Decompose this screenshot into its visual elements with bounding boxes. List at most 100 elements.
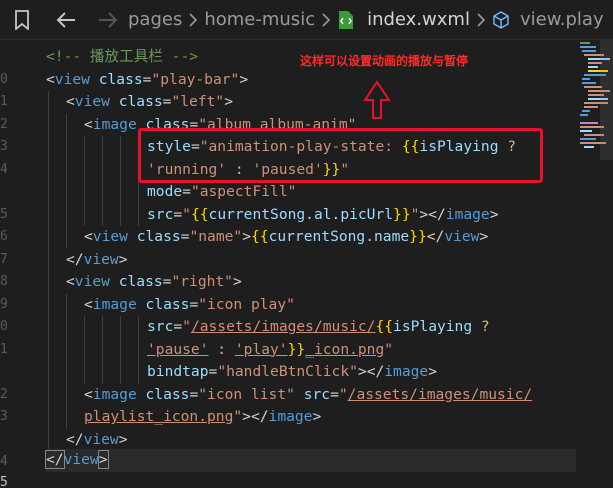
expression: currentSong.name xyxy=(268,228,410,245)
code-line-wrap: playlist_icon.png"></image> xyxy=(0,406,613,429)
token: < xyxy=(84,115,93,133)
indent-guide xyxy=(48,226,49,249)
code-line: 3 <image class="icon list" src="/assets/… xyxy=(0,383,613,424)
code-line: 0 <image class="icon play" xyxy=(0,293,613,334)
indent-guide xyxy=(138,316,139,339)
indent-guide xyxy=(102,361,103,384)
cube-symbol-icon xyxy=(492,10,514,29)
back-arrow-icon[interactable] xyxy=(44,0,88,39)
token: < xyxy=(84,295,93,313)
forward-arrow-icon[interactable] xyxy=(88,0,128,39)
indent-guide xyxy=(66,113,67,136)
indent-guide xyxy=(48,271,49,294)
token: = xyxy=(182,183,191,200)
indent-guide xyxy=(84,361,85,384)
attr-name: src xyxy=(294,385,331,403)
token: > xyxy=(479,228,489,245)
token: : xyxy=(226,160,253,178)
token: = xyxy=(173,318,183,335)
token: </ xyxy=(66,250,84,268)
mustache-open: {{ xyxy=(401,138,420,155)
code-line-current: 5 </view> xyxy=(0,449,613,488)
indent-guide xyxy=(48,316,49,339)
tag-name: view xyxy=(54,70,90,88)
attr-name: class xyxy=(136,295,190,313)
token: " xyxy=(182,205,191,223)
indent-guide xyxy=(48,91,49,114)
code-line: 2 bindtap="handleBtnClick"></image> xyxy=(0,361,613,402)
breadcrumb-view-play[interactable]: view.play xyxy=(520,0,604,39)
tag-name: view xyxy=(444,228,480,245)
token: > xyxy=(118,430,128,448)
token: < xyxy=(66,93,75,110)
indent-guide xyxy=(120,181,121,204)
indent-guide xyxy=(102,338,103,361)
attr-value: "left" xyxy=(171,93,225,110)
indent-guide xyxy=(48,361,49,384)
mustache-close: }} xyxy=(393,205,411,223)
expression: currentSong.al.picUrl xyxy=(208,205,394,223)
indent-guide xyxy=(48,293,49,316)
attr-name: class xyxy=(136,385,190,403)
attr-name: mode xyxy=(147,183,183,200)
token: </ xyxy=(66,430,84,448)
token: : xyxy=(208,340,235,358)
attr-name: class xyxy=(89,70,143,88)
token: = xyxy=(173,205,183,223)
code-editor[interactable]: 0 <!-- 播放工具栏 --> 1 <view class="play-bar… xyxy=(0,40,613,488)
code-line-wrap: 'pause' : 'play'}}_icon.png" xyxy=(0,338,613,361)
indent-guide xyxy=(66,136,67,159)
token: " xyxy=(338,385,348,403)
attr-value: "album album-anim" xyxy=(198,115,357,133)
attr-value: "right" xyxy=(171,273,233,290)
path-link[interactable]: _icon.png xyxy=(305,341,384,358)
indent-guide xyxy=(138,361,139,384)
breadcrumb-index-wxml[interactable]: index.wxml xyxy=(367,0,470,39)
mustache-close: }} xyxy=(322,160,341,178)
code-line: 8 </view> xyxy=(0,248,613,289)
token: > xyxy=(489,205,499,223)
indent-guide xyxy=(120,338,121,361)
indent-guide xyxy=(66,383,67,406)
token: " xyxy=(340,160,350,178)
path-link[interactable]: /assets/images/music/ xyxy=(348,386,533,403)
path-link[interactable]: playlist_icon.png xyxy=(84,408,233,425)
vertical-scrollbar-thumb[interactable] xyxy=(600,40,613,160)
breadcrumb-home-music[interactable]: home-music xyxy=(204,0,315,39)
mustache-close: }} xyxy=(287,340,306,358)
token: " xyxy=(182,318,191,335)
token: > xyxy=(239,70,249,88)
indent-guide xyxy=(66,293,67,316)
indent-guide xyxy=(66,338,67,361)
indent-guide xyxy=(66,203,67,226)
indent-guide xyxy=(48,113,49,136)
attr-value: "name" xyxy=(189,228,243,245)
code-line: 4 style="animation-play-state: {{isPlayi… xyxy=(0,136,613,177)
token: = xyxy=(208,363,218,380)
code-line: 3 <image class="album album-anim" xyxy=(0,113,613,154)
attr-name: class xyxy=(109,273,163,290)
chevron-right-icon xyxy=(182,12,204,28)
indent-guide xyxy=(120,136,121,159)
string-literal: 'paused' xyxy=(252,160,323,178)
bookmark-icon[interactable] xyxy=(0,0,44,39)
breadcrumb-pages[interactable]: pages xyxy=(128,0,182,39)
indent-guide xyxy=(48,338,49,361)
string-literal: 'running' xyxy=(147,160,227,178)
indent-guide xyxy=(84,181,85,204)
indent-guide xyxy=(120,203,121,226)
token: " xyxy=(384,340,394,358)
indent-guide xyxy=(120,158,121,181)
indent-guide xyxy=(102,203,103,226)
attr-name: src xyxy=(147,318,174,335)
attr-name: class xyxy=(127,228,181,245)
code-line: 5 mode="aspectFill" xyxy=(0,181,613,222)
annotation-note: 这样可以设置动画的播放与暂停 xyxy=(300,54,469,68)
token: < xyxy=(66,273,75,290)
indent-guide xyxy=(48,383,49,406)
path-link[interactable]: /assets/images/music/ xyxy=(191,318,376,335)
attr-value: "icon list" xyxy=(198,385,295,403)
indent-guide xyxy=(66,158,67,181)
indent-guide xyxy=(84,136,85,159)
indent-guide xyxy=(120,361,121,384)
